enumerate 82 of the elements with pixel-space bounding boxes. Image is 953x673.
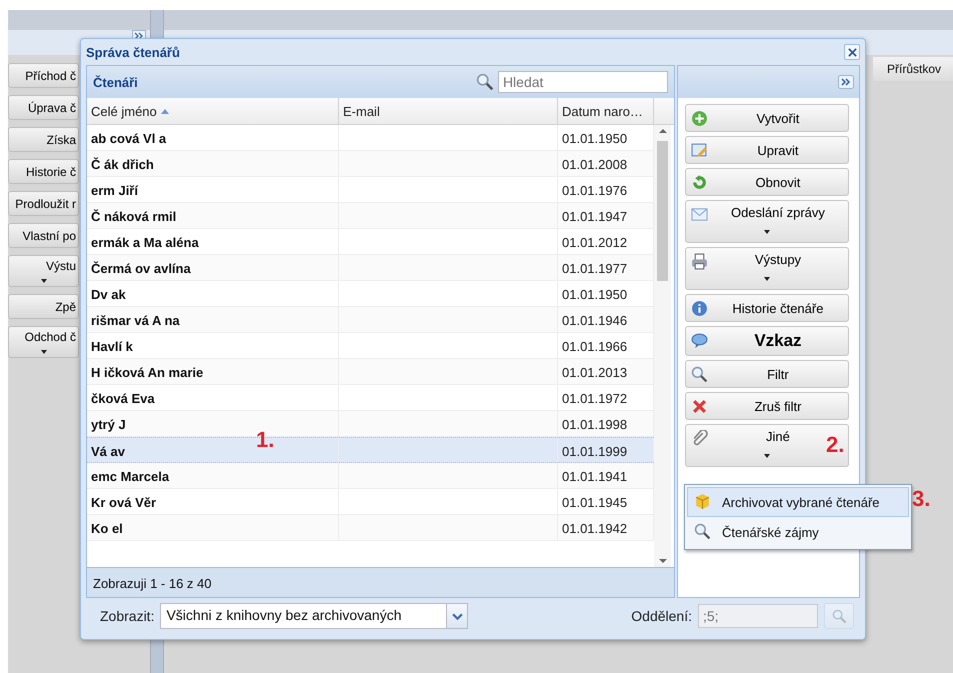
table-cell: erm Jiří — [87, 177, 339, 202]
info-icon — [690, 300, 708, 317]
table-cell: Kr ová Věr — [87, 489, 339, 514]
annotation-number: 2. — [826, 432, 844, 458]
caret-icon — [40, 279, 46, 283]
sidebar-button[interactable]: Výstu — [8, 255, 79, 287]
field-label: Oddělení: — [631, 608, 692, 624]
action-button[interactable]: Odeslání zprávy — [684, 200, 849, 243]
sidebar-button[interactable]: Prodloužit r — [8, 191, 79, 216]
sidebar-button[interactable]: Úprava č — [8, 95, 79, 120]
action-button[interactable]: Zruš filtr — [684, 392, 849, 420]
sidebar-button[interactable]: Zpě — [8, 294, 79, 319]
menu-item[interactable]: Archivovat vybrané čtenáře — [687, 487, 909, 517]
scrollbar[interactable] — [654, 125, 671, 567]
caret-icon — [764, 230, 770, 234]
sidebar-button[interactable]: Vlastní po — [8, 223, 79, 248]
action-button[interactable]: Obnovit — [684, 168, 849, 196]
search-icon — [832, 608, 846, 624]
paperclip-icon — [690, 430, 708, 447]
box-icon — [694, 493, 711, 510]
table-cell: ermák a Ma aléna — [87, 229, 339, 254]
plus-icon — [690, 110, 708, 127]
sidebar-button[interactable]: Odchod č — [8, 326, 79, 358]
double-chevron-icon[interactable] — [838, 75, 854, 89]
table-row[interactable]: Čermá ov avlína 01.01.1977 — [87, 255, 654, 281]
scrollbar-thumb[interactable] — [657, 141, 668, 281]
search-icon — [694, 523, 711, 540]
table-row[interactable]: H ičková An marie 01.01.2013 — [87, 359, 654, 385]
panel-title: Čtenáři — [93, 74, 138, 90]
dialog-title: Správa čtenářů — [86, 44, 180, 60]
table-cell: Č náková rmil — [87, 203, 339, 228]
sort-arrow-icon — [160, 109, 169, 114]
envelope-icon — [690, 206, 708, 223]
chevron-down-icon — [452, 612, 463, 620]
table-row[interactable]: emc Marcela 01.01.1941 — [87, 463, 654, 489]
caret-icon — [764, 277, 770, 281]
column-header[interactable]: Datum naro… — [558, 98, 654, 124]
close-icon — [690, 398, 708, 415]
refresh-icon — [690, 174, 708, 191]
speech-bubble-icon — [690, 332, 708, 349]
table-row[interactable]: Č ák dřich 01.01.2008 — [87, 151, 654, 177]
table-row[interactable]: rišmar vá A na 01.01.1946 — [87, 307, 654, 333]
table-cell: Čermá ov avlína — [87, 255, 339, 280]
action-button[interactable]: Vytvořit — [684, 104, 849, 132]
caret-icon — [40, 350, 46, 354]
search-field[interactable]: Hledat — [498, 71, 668, 93]
table-cell: Havlí k — [87, 333, 339, 358]
search-icon — [476, 73, 494, 91]
paging-info: Zobrazuji 1 - 16 z 40 — [93, 576, 212, 591]
column-header: Přírůstkov — [873, 57, 953, 81]
close-icon — [848, 48, 856, 56]
menu-item[interactable]: Čtenářské zájmy — [687, 517, 909, 547]
scroll-down-icon[interactable] — [658, 559, 666, 563]
table-row[interactable]: Ko el 01.01.1942 — [87, 515, 654, 541]
table-cell: Č ák dřich — [87, 151, 339, 176]
sidebar-button[interactable]: Historie č — [8, 159, 79, 184]
action-button[interactable]: Upravit — [684, 136, 849, 164]
action-button[interactable]: Filtr — [684, 360, 849, 388]
sidebar-button[interactable]: Získa — [8, 127, 79, 152]
action-button[interactable]: Historie čtenáře — [684, 294, 849, 322]
action-button[interactable]: Výstupy — [684, 247, 849, 290]
dropdown-field[interactable]: Všichni z knihovny bez archivovaných — [160, 603, 468, 629]
table-row[interactable]: Č náková rmil 01.01.1947 — [87, 203, 654, 229]
table-cell: Dv ak — [87, 281, 339, 306]
search-icon — [690, 366, 708, 383]
close-button[interactable] — [844, 44, 860, 60]
table-cell: čková Eva — [87, 385, 339, 410]
scroll-up-icon[interactable] — [658, 129, 666, 133]
sidebar-button[interactable]: Příchod č — [8, 63, 79, 88]
table-cell: rišmar vá A na — [87, 307, 339, 332]
table-cell: ab cová Vl a — [87, 125, 339, 150]
table-cell: emc Marcela — [87, 463, 339, 488]
field-label: Zobrazit: — [100, 608, 154, 624]
table-cell: Ko el — [87, 515, 339, 540]
annotation-number: 3. — [912, 486, 930, 512]
column-header[interactable]: E-mail — [339, 98, 558, 124]
printer-icon — [690, 253, 708, 270]
table-cell: H ičková An marie — [87, 359, 339, 384]
caret-icon — [764, 454, 770, 458]
column-header[interactable]: Celé jméno — [87, 98, 339, 124]
pencil-icon — [690, 142, 708, 159]
action-button[interactable]: Vzkaz — [684, 326, 849, 356]
